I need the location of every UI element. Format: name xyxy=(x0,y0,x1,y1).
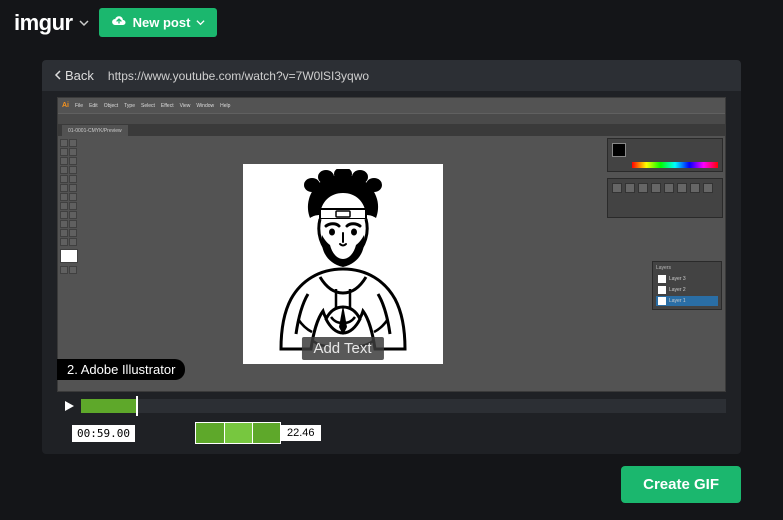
app-header: imgur New post xyxy=(0,0,783,45)
back-label: Back xyxy=(65,68,94,83)
ai-workspace: Swatches Brushes Symbols xyxy=(58,136,725,391)
add-text-button[interactable]: Add Text xyxy=(301,337,383,360)
layer-row: Layer 3 xyxy=(656,274,718,284)
end-time-chip[interactable]: 22.46 xyxy=(281,425,321,441)
ai-logo: Ai xyxy=(62,102,69,109)
progress-fill xyxy=(81,399,136,413)
ai-doc-tabs: 01-0001-CMYK/Preview xyxy=(58,125,725,136)
new-post-button[interactable]: New post xyxy=(99,8,218,37)
transform-panel xyxy=(607,178,723,218)
editor-topbar: Back https://www.youtube.com/watch?v=7W0… xyxy=(42,60,741,91)
brand-logo[interactable]: imgur xyxy=(14,10,89,36)
video-caption: 2. Adobe Illustrator xyxy=(57,359,185,380)
ai-canvas-area: Add Text xyxy=(80,136,605,391)
play-button[interactable] xyxy=(57,394,81,418)
clip-timeline: 00:59.00 22.46 xyxy=(57,422,726,444)
video-progress xyxy=(57,394,726,418)
menu-item: View xyxy=(180,103,191,109)
menu-item: Object xyxy=(104,103,118,109)
fill-stroke-icon xyxy=(60,249,78,263)
color-panel xyxy=(607,138,723,172)
menu-item: Type xyxy=(124,103,135,109)
footer: Create GIF xyxy=(0,454,783,503)
hue-slider xyxy=(632,162,718,168)
chevron-left-icon xyxy=(54,68,62,83)
playhead[interactable] xyxy=(136,396,138,416)
ai-options-bar xyxy=(58,113,725,125)
illustration-figure xyxy=(258,169,428,359)
brand-text: imgur xyxy=(14,10,73,36)
ai-tool-panel xyxy=(58,136,80,391)
progress-track[interactable] xyxy=(81,399,726,413)
new-post-label: New post xyxy=(133,15,191,30)
layers-panel: Layers Layer 3 Layer 2 Layer 1 xyxy=(652,261,722,310)
illustrator-frame: Ai File Edit Object Type Select Effect V… xyxy=(57,97,726,392)
artboard: Add Text xyxy=(243,164,443,364)
frame-wrap: Ai File Edit Object Type Select Effect V… xyxy=(57,97,726,418)
menu-item: File xyxy=(75,103,83,109)
menu-item: Edit xyxy=(89,103,98,109)
layer-row: Layer 1 xyxy=(656,296,718,306)
create-gif-button[interactable]: Create GIF xyxy=(621,466,741,503)
video-viewer: Ai File Edit Object Type Select Effect V… xyxy=(42,91,741,454)
start-time-chip[interactable]: 00:59.00 xyxy=(72,425,135,442)
cloud-upload-icon xyxy=(111,15,127,30)
clip-segment[interactable] xyxy=(195,422,281,444)
menu-item: Window xyxy=(196,103,214,109)
chevron-down-icon xyxy=(79,18,89,28)
menu-item: Help xyxy=(220,103,230,109)
ai-menubar: Ai File Edit Object Type Select Effect V… xyxy=(58,98,725,113)
chevron-down-icon xyxy=(196,15,205,30)
back-button[interactable]: Back xyxy=(54,68,94,83)
layer-row: Layer 2 xyxy=(656,285,718,295)
ai-doc-tab: 01-0001-CMYK/Preview xyxy=(62,125,128,136)
play-icon xyxy=(63,400,75,412)
gif-editor: Back https://www.youtube.com/watch?v=7W0… xyxy=(0,45,783,454)
source-url: https://www.youtube.com/watch?v=7W0lSI3y… xyxy=(108,69,369,83)
menu-item: Effect xyxy=(161,103,174,109)
menu-item: Select xyxy=(141,103,155,109)
